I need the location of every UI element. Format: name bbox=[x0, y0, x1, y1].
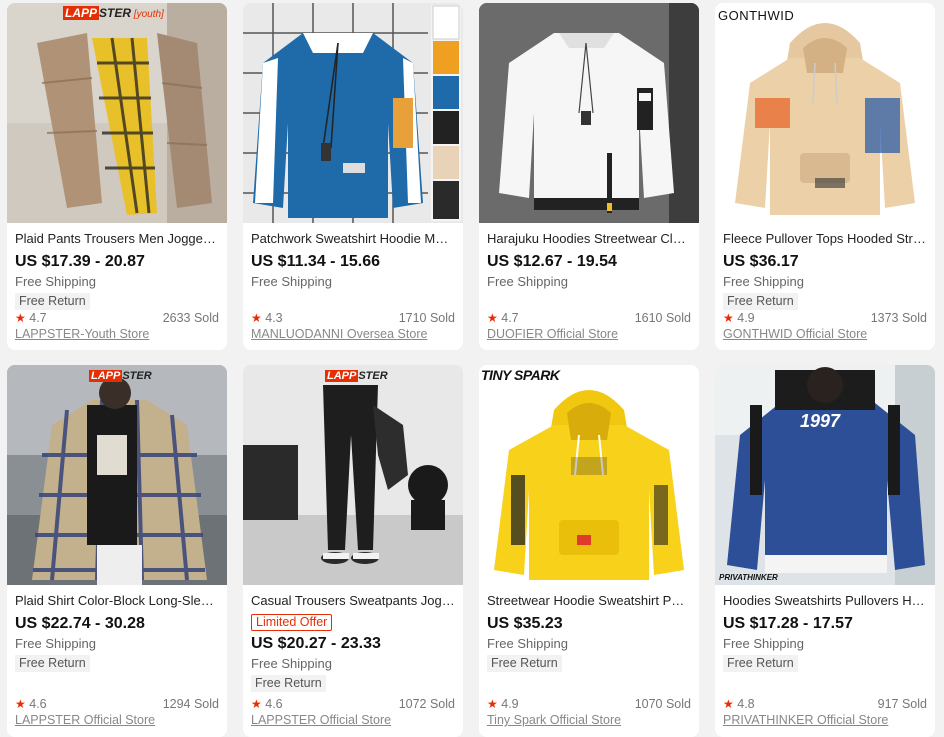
sold-count: 1710 Sold bbox=[398, 311, 455, 325]
product-image[interactable] bbox=[243, 3, 463, 223]
product-price: US $17.28 - 17.57 bbox=[723, 615, 853, 632]
rating-row: ★ 4.6 1072 Sold bbox=[251, 696, 455, 712]
rating-row: ★ 4.7 2633 Sold bbox=[15, 310, 219, 326]
product-image[interactable]: LAPP STER [youth] bbox=[7, 3, 227, 223]
brand-logo: LAPP STER bbox=[89, 370, 152, 382]
sold-count: 1070 Sold bbox=[634, 697, 691, 711]
rating-value: 4.9 bbox=[501, 697, 519, 711]
free-return-badge: Free Return bbox=[15, 655, 90, 672]
product-price: US $11.34 - 15.66 bbox=[251, 253, 380, 270]
product-card[interactable]: GONTHWID Fleece Pullover Tops Hooded Str… bbox=[715, 3, 935, 350]
product-title[interactable]: Hoodies Sweatshirts Pullovers Har... bbox=[723, 593, 927, 609]
star-icon: ★ bbox=[723, 697, 734, 711]
rating-value: 4.3 bbox=[265, 311, 283, 325]
star-icon: ★ bbox=[487, 311, 498, 325]
sold-count: 1610 Sold bbox=[634, 311, 691, 325]
product-image[interactable]: TINY SPARK bbox=[479, 365, 699, 585]
store-link[interactable]: Tiny Spark Official Store bbox=[487, 712, 691, 728]
free-return-badge: Free Return bbox=[723, 293, 798, 310]
shipping-info: Free Shipping bbox=[487, 636, 568, 651]
free-return-badge: Free Return bbox=[251, 675, 326, 692]
store-link[interactable]: LAPPSTER-Youth Store bbox=[15, 326, 219, 342]
product-price: US $12.67 - 19.54 bbox=[487, 253, 617, 270]
product-card[interactable]: Harajuku Hoodies Streetwear Clot... US $… bbox=[479, 3, 699, 350]
star-icon: ★ bbox=[251, 697, 262, 711]
rating-row: ★ 4.8 917 Sold bbox=[723, 696, 927, 712]
product-card[interactable]: LAPP STER Casual Trousers Sweatpants Jogg… bbox=[243, 365, 463, 737]
product-title[interactable]: Streetwear Hoodie Sweatshirt Pull... bbox=[487, 593, 691, 609]
star-icon: ★ bbox=[251, 311, 262, 325]
store-link[interactable]: GONTHWID Official Store bbox=[723, 326, 927, 342]
sold-count: 917 Sold bbox=[877, 697, 927, 711]
sold-count: 1373 Sold bbox=[870, 311, 927, 325]
product-card[interactable]: TINY SPARK Streetwear Hoodie Sweatshirt … bbox=[479, 365, 699, 737]
star-icon: ★ bbox=[487, 697, 498, 711]
star-icon: ★ bbox=[15, 697, 26, 711]
brand-logo: TINY SPARK bbox=[481, 367, 560, 383]
store-link[interactable]: LAPPSTER Official Store bbox=[251, 712, 455, 728]
brand-logo: LAPP STER bbox=[325, 370, 388, 382]
rating-value: 4.7 bbox=[501, 311, 519, 325]
shipping-info: Free Shipping bbox=[15, 636, 96, 651]
free-return-badge: Free Return bbox=[15, 293, 90, 310]
shipping-info: Free Shipping bbox=[487, 274, 568, 289]
shipping-info: Free Shipping bbox=[723, 274, 804, 289]
rating-value: 4.7 bbox=[29, 311, 47, 325]
rating-value: 4.9 bbox=[737, 311, 755, 325]
rating-value: 4.6 bbox=[29, 697, 47, 711]
free-return-badge: Free Return bbox=[723, 655, 798, 672]
shipping-info: Free Shipping bbox=[15, 274, 96, 289]
product-price: US $20.27 - 23.33 bbox=[251, 635, 381, 652]
rating-row: ★ 4.9 1070 Sold bbox=[487, 696, 691, 712]
brand-logo: PRIVATHINKER bbox=[719, 573, 778, 582]
product-card[interactable]: Patchwork Sweatshirt Hoodie Men... US $1… bbox=[243, 3, 463, 350]
product-card[interactable]: LAPP STER [youth] Plaid Pants Trousers Me… bbox=[7, 3, 227, 350]
star-icon: ★ bbox=[15, 311, 26, 325]
store-link[interactable]: LAPPSTER Official Store bbox=[15, 712, 219, 728]
rating-row: ★ 4.7 1610 Sold bbox=[487, 310, 691, 326]
limited-offer-badge: Limited Offer bbox=[251, 614, 333, 631]
product-title[interactable]: Fleece Pullover Tops Hooded Stree... bbox=[723, 231, 927, 247]
rating-value: 4.6 bbox=[265, 697, 283, 711]
sold-count: 1294 Sold bbox=[162, 697, 219, 711]
brand-logo: LAPP STER [youth] bbox=[63, 6, 164, 20]
product-image[interactable] bbox=[479, 3, 699, 223]
rating-row: ★ 4.6 1294 Sold bbox=[15, 696, 219, 712]
product-card[interactable]: 1997 PRIVATHINKER Hoodies Sweatshirts Pu… bbox=[715, 365, 935, 737]
product-price: US $35.23 bbox=[487, 615, 563, 632]
product-price: US $36.17 bbox=[723, 253, 799, 270]
sold-count: 1072 Sold bbox=[398, 697, 455, 711]
shipping-info: Free Shipping bbox=[251, 656, 332, 671]
shipping-info: Free Shipping bbox=[251, 274, 332, 289]
store-link[interactable]: MANLUODANNI Oversea Store bbox=[251, 326, 455, 342]
rating-row: ★ 4.9 1373 Sold bbox=[723, 310, 927, 326]
product-title[interactable]: Patchwork Sweatshirt Hoodie Men... bbox=[251, 231, 455, 247]
star-icon: ★ bbox=[723, 311, 734, 325]
product-title[interactable]: Casual Trousers Sweatpants Jogge... bbox=[251, 593, 455, 609]
sold-count: 2633 Sold bbox=[162, 311, 219, 325]
product-price: US $22.74 - 30.28 bbox=[15, 615, 145, 632]
product-grid: LAPP STER [youth] Plaid Pants Trousers Me… bbox=[0, 0, 944, 737]
store-link[interactable]: DUOFIER Official Store bbox=[487, 326, 691, 342]
product-price: US $17.39 - 20.87 bbox=[15, 253, 145, 270]
brand-logo: GONTHWID bbox=[718, 8, 795, 23]
product-image[interactable]: LAPP STER bbox=[243, 365, 463, 585]
product-title[interactable]: Plaid Shirt Color-Block Long-Sleeve... bbox=[15, 593, 219, 609]
rating-row: ★ 4.3 1710 Sold bbox=[251, 310, 455, 326]
product-title[interactable]: Harajuku Hoodies Streetwear Clot... bbox=[487, 231, 691, 247]
product-image[interactable]: LAPP STER bbox=[7, 365, 227, 585]
product-image[interactable]: 1997 PRIVATHINKER bbox=[715, 365, 935, 585]
shipping-info: Free Shipping bbox=[723, 636, 804, 651]
product-card[interactable]: LAPP STER Plaid Shirt Color-Block Long-Sl… bbox=[7, 365, 227, 737]
product-title[interactable]: Plaid Pants Trousers Men Joggers ... bbox=[15, 231, 219, 247]
print-1997: 1997 bbox=[800, 411, 841, 431]
free-return-badge: Free Return bbox=[487, 655, 562, 672]
product-image[interactable]: GONTHWID bbox=[715, 3, 935, 223]
rating-value: 4.8 bbox=[737, 697, 755, 711]
store-link[interactable]: PRIVATHINKER Official Store bbox=[723, 712, 927, 728]
